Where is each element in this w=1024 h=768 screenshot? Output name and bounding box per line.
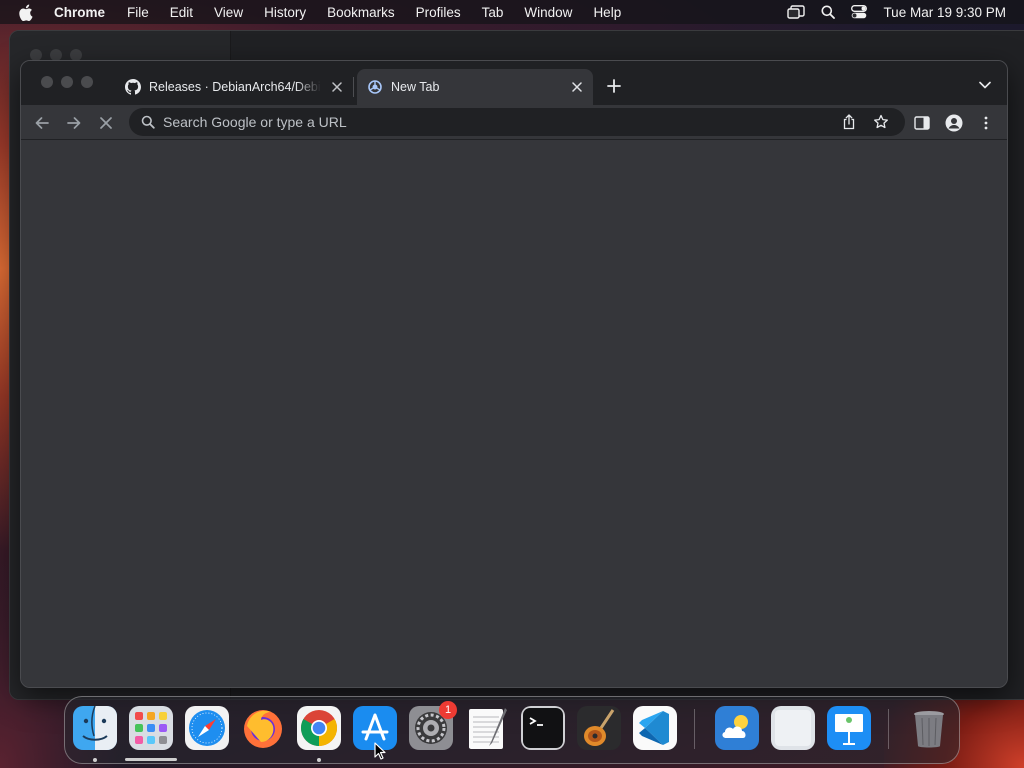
dock-item-preview[interactable] [771,706,815,750]
browser-toolbar [21,105,1007,140]
spotlight-search-icon[interactable] [821,5,836,19]
textedit-icon [469,708,507,749]
tab-title: Releases · DebianArch64/Debi [149,80,321,94]
chrome-window: Releases · DebianArch64/Debi New Tab [20,60,1008,688]
window-traffic-lights [41,76,93,88]
launchpad-icon [129,706,173,750]
chrome-icon [297,706,341,750]
menu-help[interactable]: Help [593,5,621,20]
search-icon [141,115,155,129]
close-window-button[interactable] [41,76,53,88]
new-tab-plus-icon[interactable] [605,77,623,95]
dock-item-trash[interactable] [907,706,951,750]
dock-separator [694,709,695,749]
trash-icon [914,711,944,748]
bookmark-star-icon[interactable] [873,114,889,130]
tab-separator [353,77,354,97]
minimize-window-button[interactable] [61,76,73,88]
zoom-window-button[interactable] [81,76,93,88]
menu-view[interactable]: View [214,5,243,20]
forward-arrow-icon[interactable] [64,113,84,133]
keynote-icon [827,706,871,750]
tab-title: New Tab [391,80,440,94]
weather-icon [715,706,759,750]
firefox-icon [244,710,282,748]
chrome-newtab-icon [367,79,383,95]
tab-strip: Releases · DebianArch64/Debi New Tab [21,61,1007,105]
dock-separator [888,709,889,749]
menu-bar: Chrome File Edit View History Bookmarks … [0,0,1024,24]
running-indicator [317,758,321,762]
menu-clock[interactable]: Tue Mar 19 9:30 PM [883,5,1006,20]
dock-scroll-indicator [125,758,177,761]
dock-item-vscode[interactable] [633,706,677,750]
dock-item-terminal[interactable] [521,706,565,750]
running-indicator [93,758,97,762]
more-options-kebab-icon[interactable] [976,113,996,133]
dock-item-keynote[interactable] [827,706,871,750]
safari-icon [185,706,229,750]
menu-extras: Tue Mar 19 9:30 PM [787,0,1006,24]
menu-window[interactable]: Window [524,5,572,20]
mouse-cursor-icon [374,742,386,760]
preview-icon [771,706,815,750]
dock-item-firefox[interactable] [241,706,285,750]
terminal-icon [521,706,565,750]
profile-avatar-icon[interactable] [944,113,964,133]
dock: 1 [64,696,960,764]
vscode-icon [633,706,677,750]
tab-releases[interactable]: Releases · DebianArch64/Debi [113,69,353,105]
side-panel-icon[interactable] [912,113,932,133]
menu-profiles[interactable]: Profiles [416,5,461,20]
dock-item-chrome[interactable] [297,706,341,750]
garageband-icon [577,706,621,750]
back-arrow-icon[interactable] [32,113,52,133]
menu-edit[interactable]: Edit [170,5,193,20]
menu-app-name[interactable]: Chrome [54,5,105,20]
page-content-area[interactable] [21,140,1007,687]
tab-new-tab[interactable]: New Tab [357,69,593,105]
dock-item-garageband[interactable] [577,706,621,750]
dock-item-launchpad[interactable] [129,706,173,750]
dock-item-safari[interactable] [185,706,229,750]
notification-badge: 1 [439,701,457,719]
control-center-icon[interactable] [851,5,868,19]
address-input[interactable] [163,114,905,130]
close-tab-icon[interactable] [329,79,345,95]
menu-tab[interactable]: Tab [482,5,504,20]
github-icon [125,79,141,95]
dock-item-finder[interactable] [73,706,117,750]
tab-search-chevron-down-icon[interactable] [977,77,993,93]
dock-item-weather[interactable] [715,706,759,750]
address-bar[interactable] [129,108,905,136]
menu-bookmarks[interactable]: Bookmarks [327,5,395,20]
share-icon[interactable] [841,114,857,130]
menu-history[interactable]: History [264,5,306,20]
screen-mirroring-icon[interactable] [787,5,806,19]
finder-icon [73,706,117,750]
menu-file[interactable]: File [127,5,149,20]
dock-item-system-settings[interactable]: 1 [409,701,457,750]
apple-menu-icon[interactable] [18,4,38,21]
stop-loading-icon[interactable] [96,113,116,133]
dock-item-textedit[interactable] [465,706,509,750]
close-tab-icon[interactable] [569,79,585,95]
